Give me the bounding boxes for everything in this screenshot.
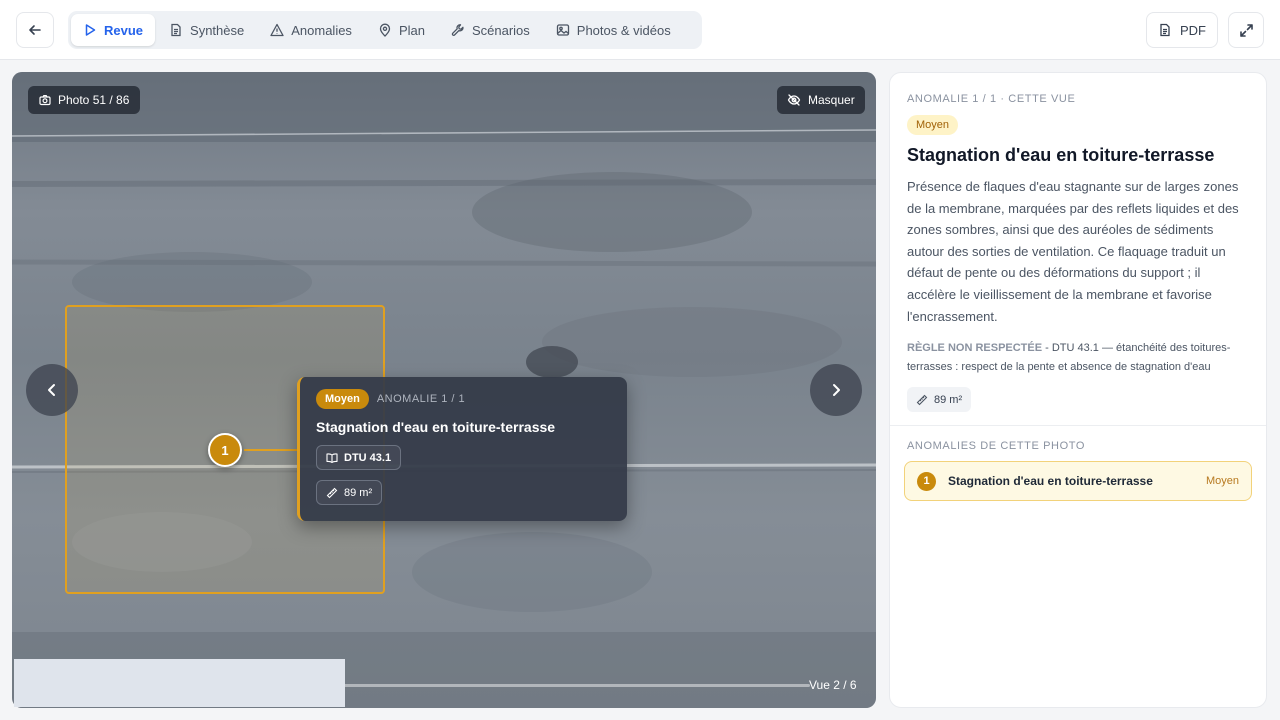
severity-badge: Moyen <box>316 389 369 409</box>
map-pin-icon <box>379 23 391 37</box>
panel-eyebrow: ANOMALIE 1 / 1 · CETTE VUE <box>907 93 1076 105</box>
pdf-export-button[interactable]: PDF <box>1146 12 1218 48</box>
thumbnail-placeholder <box>14 659 345 707</box>
photo-icon <box>556 24 569 36</box>
tab-anomalies[interactable]: Anomalies <box>258 14 364 46</box>
photo-counter-text: Photo 51 / 86 <box>58 93 130 107</box>
previous-photo-button[interactable] <box>26 364 78 416</box>
list-item[interactable]: 1 Stagnation d'eau en toiture-terrasse M… <box>904 461 1252 502</box>
anomaly-description: Présence de flaques d'eau stagnante sur … <box>907 179 1239 324</box>
reference-chip: DTU 43.1 <box>316 445 402 470</box>
arrow-left-icon <box>29 25 41 35</box>
view-counter: Vue 2 / 6 <box>809 678 857 692</box>
reference-text: DTU 43.1 <box>344 451 392 464</box>
tab-synthese[interactable]: Synthèse <box>157 14 256 46</box>
anomaly-popup[interactable]: Moyen ANOMALIE 1 / 1 Stagnation d'eau en… <box>297 377 627 521</box>
ruler-icon <box>916 394 928 405</box>
rule-label: RÈGLE NON RESPECTÉE <box>907 342 1043 355</box>
anomaly-number: 1 <box>917 471 936 491</box>
anomaly-marker[interactable]: 1 <box>208 433 242 467</box>
back-button[interactable] <box>16 12 54 48</box>
tab-scenarios[interactable]: Scénarios <box>439 14 542 46</box>
top-toolbar: Revue Synthèse Anomalies Plan Scénarios … <box>0 0 1280 60</box>
tab-label: Anomalies <box>291 22 352 38</box>
view-progress-track[interactable] <box>342 684 810 687</box>
tab-photos-videos[interactable]: Photos & vidéos <box>544 14 683 46</box>
anomaly-title: Stagnation d'eau en toiture-terrasse <box>907 145 1215 165</box>
area-chip: 89 m² <box>907 387 972 413</box>
marker-number: 1 <box>221 442 229 458</box>
anomaly-counter: ANOMALIE 1 / 1 <box>376 393 466 405</box>
play-icon <box>85 24 96 36</box>
hide-annotations-button[interactable]: Masquer <box>777 86 865 114</box>
camera-icon <box>39 95 51 106</box>
chevron-right-icon <box>833 384 840 396</box>
photo-counter: Photo 51 / 86 <box>28 86 141 114</box>
pdf-label: PDF <box>1180 22 1206 38</box>
tab-label: Synthèse <box>190 22 245 38</box>
rule-violation: RÈGLE NON RESPECTÉE - DTU 43.1 — étanché… <box>907 339 1249 377</box>
tab-label: Revue <box>104 22 144 38</box>
book-icon <box>326 452 338 463</box>
tab-plan[interactable]: Plan <box>366 14 437 46</box>
anomaly-title: Stagnation d'eau en toiture-terrasse <box>948 474 1153 489</box>
tab-label: Plan <box>398 22 425 38</box>
severity-label: Moyen <box>1205 475 1239 488</box>
anomaly-detail-panel: ANOMALIE 1 / 1 · CETTE VUE Moyen Stagnat… <box>889 72 1267 708</box>
area-chip: 89 m² <box>316 480 383 505</box>
severity-badge: Moyen <box>907 115 959 135</box>
tab-revue[interactable]: Revue <box>71 14 156 46</box>
ruler-icon <box>326 487 338 498</box>
expand-icon <box>1239 23 1253 37</box>
wrench-icon <box>451 24 464 36</box>
anomaly-title: Stagnation d'eau en toiture-terrasse <box>316 419 556 435</box>
photo-viewer[interactable]: Photo 51 / 86 Masquer 1 Moyen ANOMALIE 1… <box>12 72 876 708</box>
tab-label: Photos & vidéos <box>576 22 671 38</box>
chevron-left-icon <box>48 384 55 396</box>
view-tabs: Revue Synthèse Anomalies Plan Scénarios … <box>68 11 702 49</box>
warning-icon <box>270 23 284 37</box>
marker-connector <box>244 449 299 451</box>
document-icon <box>171 23 181 37</box>
tab-label: Scénarios <box>471 22 530 38</box>
area-text: 89 m² <box>934 393 963 406</box>
document-icon <box>1160 23 1170 37</box>
hide-label: Masquer <box>808 93 855 107</box>
next-photo-button[interactable] <box>810 364 862 416</box>
eye-off-icon <box>787 94 801 106</box>
fullscreen-button[interactable] <box>1228 12 1264 48</box>
photo-anomalies-heading: ANOMALIES DE CETTE PHOTO <box>907 440 1086 453</box>
area-text: 89 m² <box>344 486 373 499</box>
